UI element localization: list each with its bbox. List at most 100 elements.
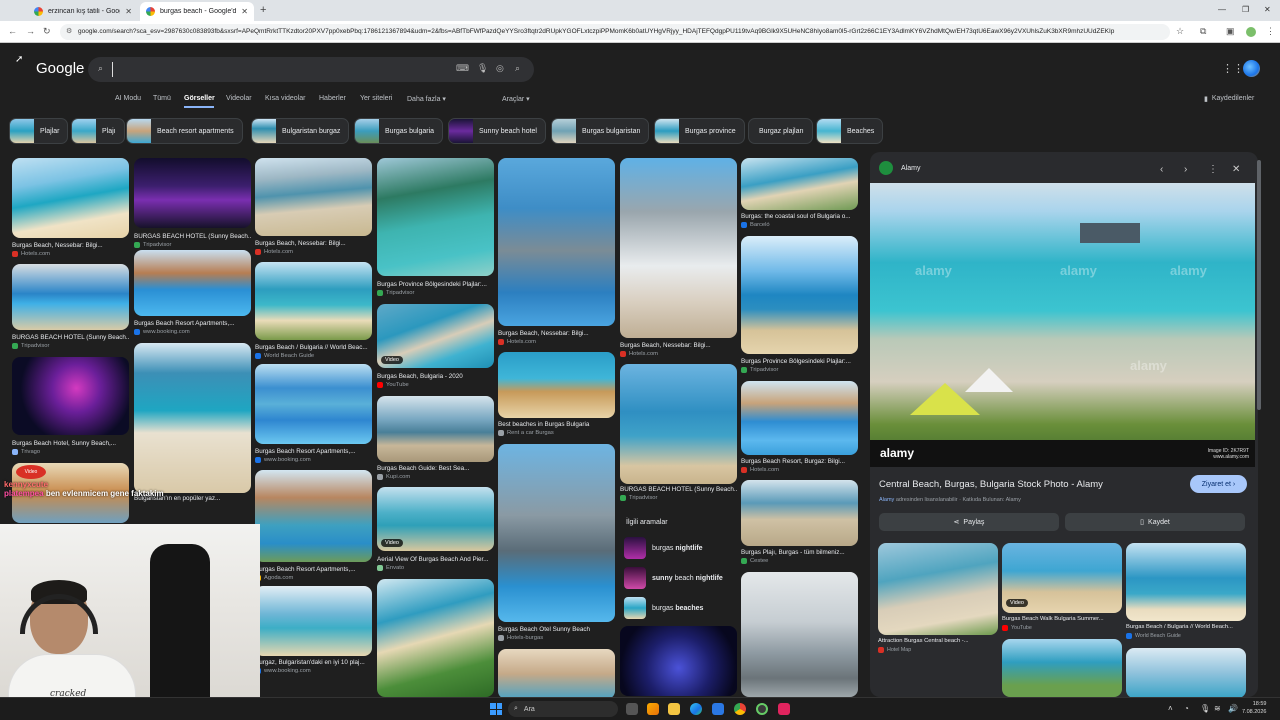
keyboard-icon[interactable]: ⌨ [456, 63, 469, 74]
result-caption: Burgas Province Bölgesindeki Plajlar:... [741, 358, 851, 365]
wifi-icon[interactable]: ≋ [1214, 704, 1221, 713]
close-panel-icon[interactable]: ✕ [1232, 164, 1240, 175]
result-thumbnail [255, 364, 372, 444]
tools-button[interactable]: Araçlar ▾ [502, 95, 530, 103]
obs-icon[interactable] [756, 703, 768, 715]
source-name: Tripadvisor [21, 343, 50, 349]
search-submit-icon[interactable]: ⌕ [515, 63, 520, 74]
store-icon[interactable] [712, 703, 724, 715]
watermark: alamy [1170, 263, 1207, 278]
related-image[interactable]: Video [1002, 543, 1122, 613]
filter-videos[interactable]: Videolar [226, 95, 252, 102]
chip-bulgaristan-burgaz[interactable]: Bulgaristan burgaz [251, 118, 350, 144]
tray-chevron-icon[interactable]: ˄ [1168, 704, 1173, 713]
browser-tab-burgas[interactable]: burgas beach - Google'da Ara ✕ [140, 2, 254, 21]
forward-icon[interactable]: → [26, 26, 35, 36]
filter-ai-mode[interactable]: AI Modu [115, 95, 141, 102]
related-thumbnail [624, 597, 646, 619]
filter-more[interactable]: Daha fazla ▾ [407, 95, 446, 103]
result-caption: Burgas Beach, Nessebar: Bilgi... [498, 330, 589, 337]
search-box[interactable]: ⌕ ⌨ 🎙 ◎ ⌕ [88, 57, 534, 82]
panel-title[interactable]: Central Beach, Burgas, Bulgaria Stock Ph… [879, 479, 1103, 490]
previous-icon[interactable]: ‹ [1160, 164, 1163, 175]
gaming-chair [150, 544, 210, 720]
result-source: www.booking.com [134, 329, 251, 335]
preview-image[interactable]: alamy alamy alamy alamy alamy Image ID: … [870, 183, 1255, 467]
browser-tab-erzincan[interactable]: erzincan kış tatili - Google'da A ✕ [28, 2, 138, 21]
network-icon[interactable]: ◔ [1184, 704, 1189, 713]
task-view-icon[interactable] [626, 703, 638, 715]
app-icon[interactable] [778, 703, 790, 715]
chip-burgaz-plajlari[interactable]: Burgaz plajları [748, 118, 813, 144]
chip-plajlar[interactable]: Plajlar [9, 118, 69, 144]
filter-news[interactable]: Haberler [319, 95, 346, 102]
extensions-icon[interactable]: ⧉ [1200, 26, 1206, 37]
close-tab-icon[interactable]: ✕ [241, 7, 248, 16]
suggestion-chips: Plajlar Plajı Beach resort apartments Bu… [0, 118, 900, 146]
filter-images[interactable]: Görseller [184, 95, 215, 102]
share-icon: ⋖ [953, 519, 960, 526]
chip-burgas-bulgaria[interactable]: Burgas bulgaria [354, 118, 444, 144]
filter-all[interactable]: Tümü [153, 95, 171, 102]
back-icon[interactable]: ← [8, 26, 17, 36]
reload-icon[interactable]: ↻ [43, 26, 51, 37]
system-clock[interactable]: 18:59 7.08.2026 [1242, 700, 1266, 716]
chip-label: Sunny beach hotel [479, 127, 537, 135]
related-image[interactable] [1126, 648, 1246, 697]
taskbar-search[interactable]: ⌕ Ara [508, 701, 618, 717]
microphone-icon[interactable]: 🎙 [477, 63, 488, 74]
next-icon[interactable]: › [1184, 164, 1187, 175]
account-avatar[interactable] [1243, 60, 1260, 77]
url-field[interactable]: ⚙ google.com/search?sca_esv=2987630c0838… [60, 24, 1170, 40]
edge-icon[interactable] [690, 703, 702, 715]
minimize-icon[interactable]: — [1218, 5, 1226, 14]
related-thumbnail [1002, 639, 1122, 697]
source-name: www.booking.com [143, 329, 190, 335]
google-logo[interactable]: Google [36, 60, 84, 77]
maximize-icon[interactable]: ❐ [1242, 5, 1249, 14]
copilot-icon[interactable] [647, 703, 659, 715]
new-tab-icon[interactable]: + [260, 4, 266, 16]
saved-link[interactable]: ▮ Kaydedilenler [1204, 95, 1254, 103]
visit-button[interactable]: Ziyaret et › [1190, 475, 1247, 493]
related-item-burgas-beaches[interactable]: burgas beaches [624, 596, 736, 620]
close-window-icon[interactable]: ✕ [1264, 5, 1271, 14]
lens-icon[interactable]: ◎ [496, 63, 504, 74]
search-icon: ⌕ [98, 63, 104, 73]
file-explorer-icon[interactable] [668, 703, 680, 715]
source-name: Kupi.com [386, 474, 411, 480]
volume-icon[interactable]: 🔊 [1228, 704, 1238, 713]
chip-sunny-beach-hotel[interactable]: Sunny beach hotel [448, 118, 546, 144]
search-input[interactable] [112, 62, 442, 77]
filter-short-videos[interactable]: Kısa videolar [265, 95, 305, 102]
chip-beaches[interactable]: Beaches [816, 118, 884, 144]
related-image[interactable] [878, 543, 998, 635]
browser-menu-icon[interactable]: ⋮ [1266, 26, 1275, 37]
related-item-burgas-nightlife[interactable]: burgas nightlife [624, 536, 736, 560]
chip-beach-resort-apartments[interactable]: Beach resort apartments [126, 118, 243, 144]
mouse-cursor-icon: ➚ [15, 54, 24, 65]
chip-burgas-bulgaristan[interactable]: Burgas bulgaristan [551, 118, 650, 144]
panel-source[interactable]: Alamy [879, 161, 920, 175]
share-button[interactable]: ⋖ Paylaş [879, 513, 1059, 531]
related-item-sunny-beach-nightlife[interactable]: sunny beach nightlife [624, 566, 736, 590]
related-image[interactable] [1126, 543, 1246, 621]
google-apps-icon[interactable]: ⋮⋮ [1222, 62, 1244, 75]
windows-start-icon[interactable] [490, 703, 502, 715]
microphone-icon[interactable]: 🎙 [1200, 704, 1210, 713]
more-options-icon[interactable]: ⋮ [1208, 164, 1218, 175]
profile-avatar[interactable] [1246, 27, 1256, 37]
save-button[interactable]: ▯ Kaydet [1065, 513, 1245, 531]
panel-scrollbar[interactable] [1257, 160, 1261, 410]
sidebar-icon[interactable]: ▣ [1226, 26, 1235, 37]
chip-plaji[interactable]: Plajı [71, 118, 125, 144]
chrome-icon[interactable] [734, 703, 746, 715]
close-tab-icon[interactable]: ✕ [125, 7, 132, 16]
license-source-link[interactable]: Alamy [879, 497, 894, 503]
bookmark-star-icon[interactable]: ☆ [1176, 26, 1184, 37]
related-image[interactable] [1002, 639, 1122, 697]
site-info-icon[interactable]: ⚙ [66, 27, 72, 35]
chip-burgas-province[interactable]: Burgas province [654, 118, 745, 144]
filter-places[interactable]: Yer siteleri [360, 95, 392, 102]
source-favicon-icon [1126, 633, 1132, 639]
